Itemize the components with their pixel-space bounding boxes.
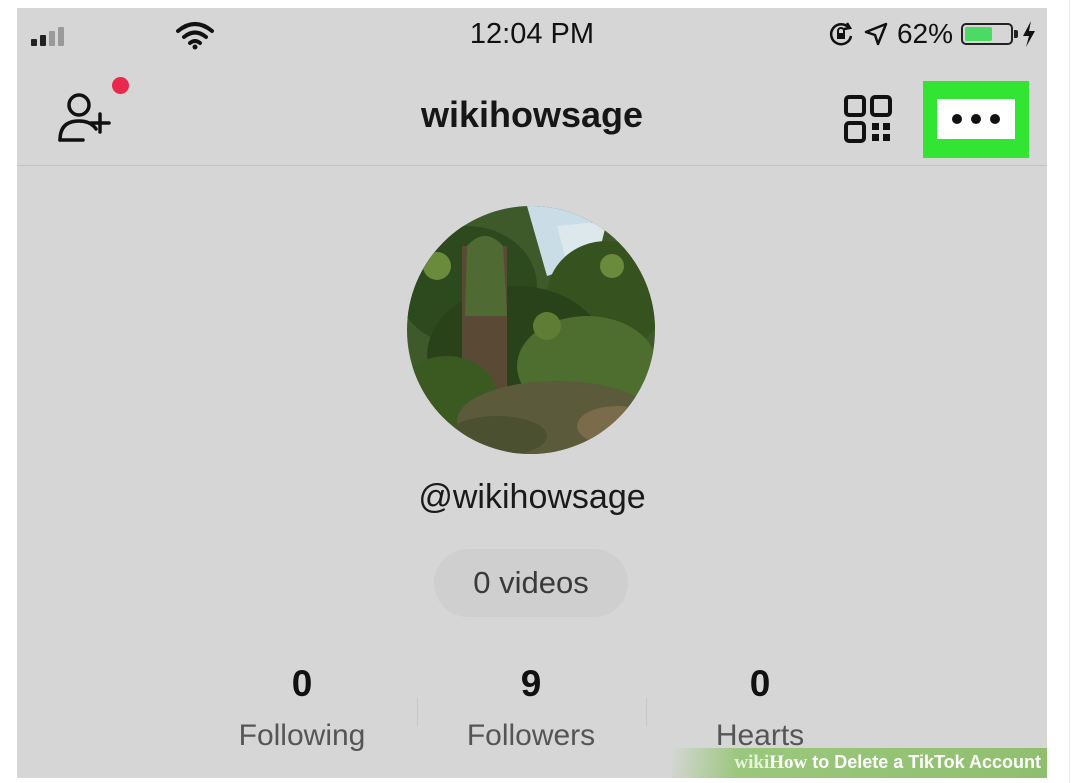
- page-margin: [1047, 0, 1080, 783]
- battery-icon: [961, 23, 1018, 45]
- videos-count-pill[interactable]: 0 videos: [434, 549, 628, 617]
- header-divider: [17, 165, 1047, 166]
- stat-value: 9: [520, 663, 542, 704]
- qr-code-icon[interactable]: [843, 94, 893, 144]
- stat-label: Following: [238, 719, 366, 752]
- stat-value: 0: [749, 663, 771, 704]
- charging-icon: [1023, 21, 1035, 47]
- stat-value: 0: [291, 663, 313, 704]
- stat-following[interactable]: 0 Following: [182, 663, 422, 753]
- stat-followers[interactable]: 9 Followers: [411, 663, 651, 753]
- orientation-lock-icon: [829, 22, 853, 46]
- more-options-icon[interactable]: [937, 99, 1015, 139]
- profile-header: wikihowsage: [17, 60, 1047, 165]
- status-right-group: 62%: [827, 18, 1037, 50]
- stat-label: Followers: [466, 719, 596, 752]
- stat-hearts[interactable]: 0 Hearts: [640, 663, 880, 753]
- location-icon: [864, 22, 888, 46]
- phone-screen: 12:04 PM 62% wikihowsage @wikihowsage 0 …: [17, 8, 1047, 778]
- notification-dot: [112, 77, 129, 94]
- more-options-button[interactable]: [923, 81, 1029, 158]
- battery-fill: [965, 27, 992, 41]
- username-handle: @wikihowsage: [418, 478, 646, 516]
- status-bar: 12:04 PM 62%: [17, 8, 1047, 60]
- watermark-text: wikiHow to Delete a TikTok Account: [734, 752, 1041, 773]
- wikihow-watermark: wikiHow to Delete a TikTok Account: [672, 748, 1047, 778]
- avatar[interactable]: [407, 206, 655, 454]
- avatar-image: [407, 206, 655, 454]
- battery-percent: 62%: [896, 18, 953, 49]
